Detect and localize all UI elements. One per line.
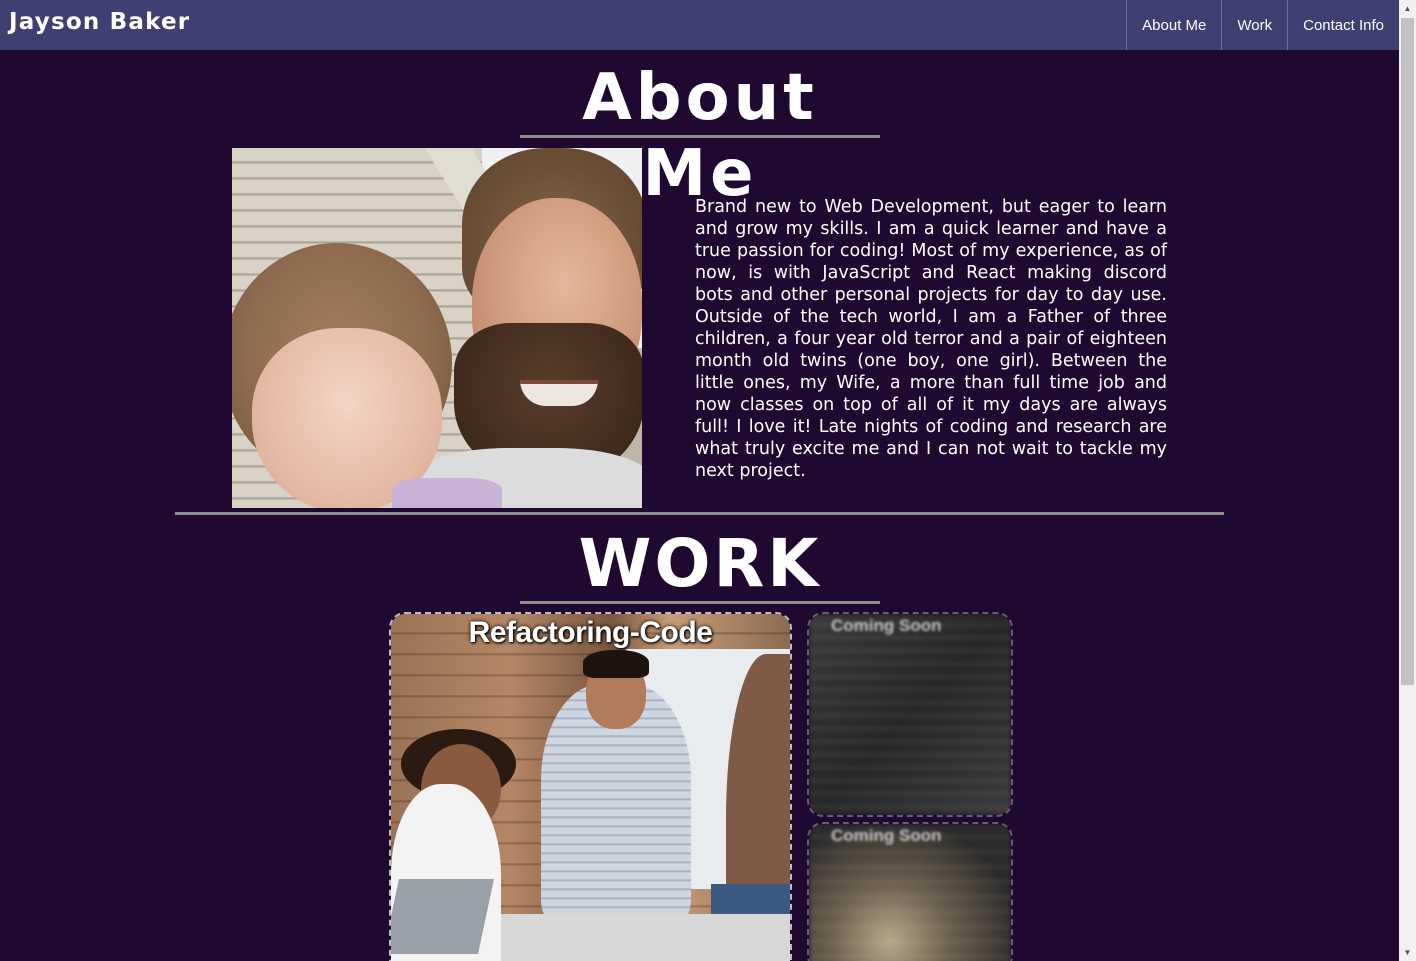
page: Jayson Baker About Me Work Contact Info … bbox=[0, 0, 1399, 961]
project-title: Coming Soon bbox=[831, 616, 942, 635]
brand-name[interactable]: Jayson Baker bbox=[9, 9, 190, 35]
nav-contact-info[interactable]: Contact Info bbox=[1287, 0, 1399, 50]
nav-work[interactable]: Work bbox=[1221, 0, 1287, 50]
project-card-coming-soon[interactable]: Coming Soon bbox=[807, 612, 1013, 817]
section-divider bbox=[175, 512, 1224, 515]
scroll-down-arrow-icon[interactable]: ▼ bbox=[1399, 944, 1416, 961]
scroll-up-arrow-icon[interactable]: ▲ bbox=[1399, 0, 1416, 17]
about-me-heading: About Me bbox=[520, 60, 880, 211]
work-heading: WORK bbox=[520, 526, 880, 604]
profile-photo bbox=[232, 148, 642, 508]
site-header: Jayson Baker About Me Work Contact Info bbox=[0, 0, 1399, 50]
project-title: Coming Soon bbox=[831, 826, 942, 845]
main-nav: About Me Work Contact Info bbox=[1126, 0, 1399, 50]
project-card-coming-soon[interactable]: Coming Soon bbox=[807, 822, 1013, 961]
nav-about-me[interactable]: About Me bbox=[1126, 0, 1221, 50]
project-title: Refactoring-Code bbox=[468, 616, 713, 649]
scrollbar-thumb[interactable] bbox=[1401, 18, 1414, 685]
about-me-paragraph: Brand new to Web Development, but eager … bbox=[695, 197, 1167, 481]
project-card-refactoring-code[interactable]: Refactoring-Code bbox=[389, 612, 792, 961]
vertical-scrollbar[interactable]: ▲ ▼ bbox=[1399, 0, 1416, 961]
